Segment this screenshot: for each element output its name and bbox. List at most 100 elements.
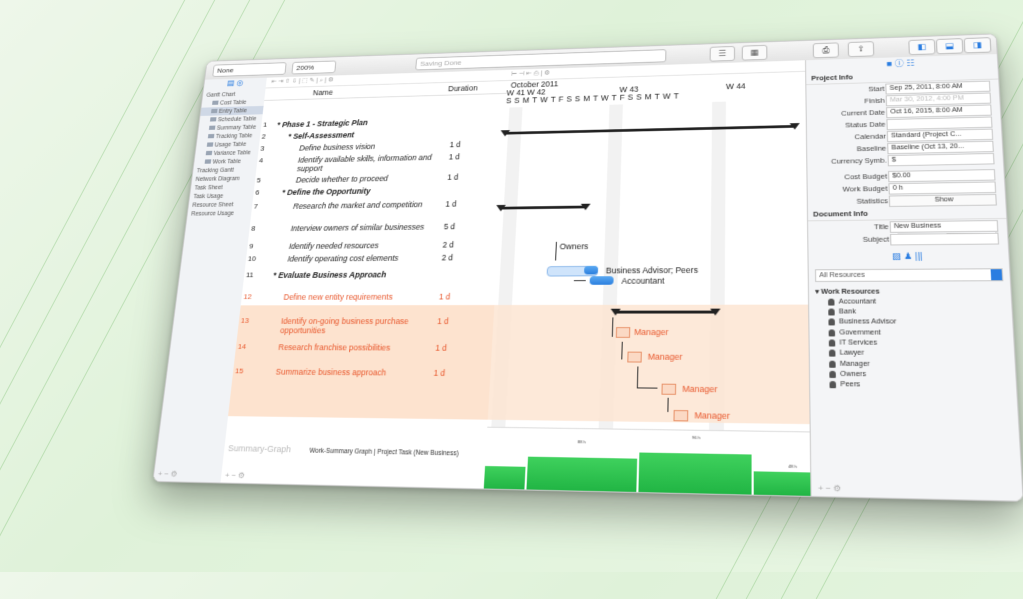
row-number: 5	[256, 176, 269, 184]
columns-icon[interactable]: |||	[915, 251, 923, 261]
task-duration[interactable]: 5 d	[444, 222, 456, 231]
resource-name: Business Advisor	[839, 319, 896, 326]
task-duration[interactable]: 1 d	[447, 173, 459, 182]
table-row[interactable]: 5Decide whether to proceed1 d	[256, 172, 503, 177]
zoom-select[interactable]: 200%	[291, 61, 336, 75]
sidebar-item[interactable]: Resource Usage	[187, 209, 252, 219]
task-bar-ongoing-purchase[interactable]	[627, 352, 642, 363]
owners-label: Owners	[559, 242, 588, 252]
task-duration[interactable]: 2 d	[442, 240, 454, 249]
task-duration[interactable]: 1 d	[433, 368, 445, 378]
col-duration-header[interactable]: Duration	[448, 84, 478, 93]
task-duration[interactable]: 1 d	[435, 343, 447, 353]
table-row[interactable]: 4Identify available skills, information …	[258, 151, 503, 156]
table-row[interactable]: 12Define new entity requirements1 d	[242, 292, 495, 293]
info-icon[interactable]: ⓘ	[894, 59, 904, 68]
inspector-add-remove[interactable]: + − ⚙	[818, 483, 841, 496]
task-duration[interactable]: 1 d	[445, 199, 457, 208]
summary-graph-label: Summary-Graph	[228, 443, 292, 454]
bottom-panel-toggle[interactable]: ⬓	[936, 38, 964, 54]
resources-dropdown[interactable]: All Resources	[815, 268, 1003, 282]
calendar-button[interactable]: ▦	[742, 45, 768, 61]
table-row[interactable]: 9Identify needed resources2 d	[248, 240, 498, 242]
task-name[interactable]: Identify on-going business purchase oppo…	[280, 316, 429, 335]
resource-name: Bank	[839, 309, 856, 316]
summary-bar-opportunity[interactable]	[500, 206, 587, 210]
row-number: 13	[240, 316, 254, 324]
task-name[interactable]: * Define the Opportunity	[282, 185, 439, 196]
row-number: 1	[263, 121, 276, 129]
chart-icon[interactable]: ▨	[892, 251, 901, 261]
doc-subject-field: Subject	[808, 232, 1008, 247]
table-add-remove[interactable]: + − ⚙	[224, 471, 245, 483]
task-name[interactable]: Research franchise possibilities	[278, 342, 427, 352]
person-icon	[828, 308, 834, 315]
statistics-show-button[interactable]: Show	[889, 194, 997, 207]
sidebar-add-remove[interactable]: + − ⚙	[157, 469, 178, 481]
document-icon[interactable]: ■	[886, 59, 892, 68]
task-name[interactable]: Summarize business approach	[275, 367, 425, 378]
person-icon	[829, 360, 836, 367]
resource-tabs[interactable]: ▨ ♟ |||	[808, 250, 1009, 265]
app-window: None 200% Saving Done ☰ ▦ ⎙ ⇪ ◧ ⬓ ◨ ▤ ◎ …	[152, 33, 1023, 502]
dependency-line	[574, 280, 586, 281]
task-name[interactable]: Interview owners of similar businesses	[290, 222, 435, 233]
table-row[interactable]: 7Research the market and competition1 d	[253, 199, 501, 203]
manager-label-15: Manager	[694, 410, 729, 421]
resource-name: Manager	[840, 361, 870, 368]
table-row[interactable]: 10Identify operating cost elements2 d	[247, 253, 498, 255]
summary-bar-phase1[interactable]	[504, 125, 796, 135]
dependency-line	[555, 242, 557, 261]
right-panel-toggle[interactable]: ◨	[964, 37, 992, 53]
task-duration[interactable]: 1 d	[449, 152, 461, 161]
list-view-button[interactable]: ☰	[710, 46, 735, 62]
share-icon[interactable]: ⇪	[848, 41, 875, 57]
task-name[interactable]: Research the market and competition	[293, 200, 438, 211]
person-icon	[829, 339, 836, 346]
resource-item[interactable]: Peers	[810, 380, 1016, 393]
task-table: ⇤ ⇥ ⇧ ⇩ | ⬚ ✎ | ⌕ | ⚙ Name Duration 1* P…	[220, 70, 508, 489]
doc-subject-input[interactable]	[890, 233, 999, 246]
task-name[interactable]: Decide whether to proceed	[295, 173, 439, 184]
row-number: 7	[253, 202, 266, 210]
row-number: 15	[235, 367, 249, 376]
task-duration[interactable]: 1 d	[449, 140, 461, 149]
baseline-select[interactable]: None	[212, 62, 286, 77]
resource-item[interactable]: Business Advisor	[809, 317, 1012, 328]
task-name[interactable]: Define business vision	[299, 140, 442, 152]
task-duration[interactable]: 2 d	[441, 253, 453, 262]
person-icon[interactable]: ♟	[904, 251, 913, 261]
resource-item[interactable]: Government	[809, 327, 1013, 338]
task-bar-cost-elements[interactable]	[590, 276, 614, 285]
resource-item[interactable]: Bank	[809, 307, 1012, 318]
col-name-header[interactable]: Name	[313, 88, 334, 97]
graph-value-label: 96 h	[692, 435, 700, 440]
task-name[interactable]: * Phase 1 - Strategic Plan	[277, 116, 444, 129]
task-bar-franchise[interactable]	[661, 384, 676, 395]
task-name[interactable]: Identify operating cost elements	[287, 253, 433, 263]
accountant-label: Accountant	[621, 276, 664, 286]
table-row[interactable]: 1* Phase 1 - Strategic Plan	[262, 115, 505, 121]
resource-item[interactable]: Accountant	[809, 296, 1011, 307]
field-input[interactable]: $	[888, 153, 995, 166]
task-name[interactable]: * Evaluate Business Approach	[273, 270, 433, 280]
task-duration[interactable]: 1 d	[439, 292, 451, 301]
table-row[interactable]: 6* Define the Opportunity	[254, 184, 501, 188]
task-name[interactable]: Define new entity requirements	[283, 292, 431, 302]
task-name[interactable]: Identify available skills, information a…	[297, 153, 441, 173]
left-panel-toggle[interactable]: ◧	[908, 39, 935, 55]
inspector-panel: ■ ⓘ ☷ Project Info StartSep 25, 2011, 8:…	[805, 54, 1023, 501]
task-name[interactable]: * Self-Assessment	[288, 128, 443, 140]
field-label: Baseline	[856, 144, 886, 153]
summary-bar-evaluate[interactable]	[615, 311, 717, 314]
table-row[interactable]: 8Interview owners of similar businesses5…	[250, 221, 499, 224]
task-bar-resources-progress[interactable]	[584, 266, 598, 275]
table-row[interactable]: 11* Evaluate Business Approach	[245, 269, 497, 271]
format-icon[interactable]: ☷	[906, 59, 915, 68]
task-name[interactable]: Identify needed resources	[288, 240, 434, 250]
task-bar-summarize[interactable]	[673, 410, 688, 421]
task-duration[interactable]: 1 d	[437, 316, 449, 325]
work-summary-graph: 88 h 96 h 48 h	[484, 427, 811, 496]
task-bar-define-entity[interactable]	[616, 327, 630, 338]
print-icon[interactable]: ⎙	[813, 42, 839, 58]
